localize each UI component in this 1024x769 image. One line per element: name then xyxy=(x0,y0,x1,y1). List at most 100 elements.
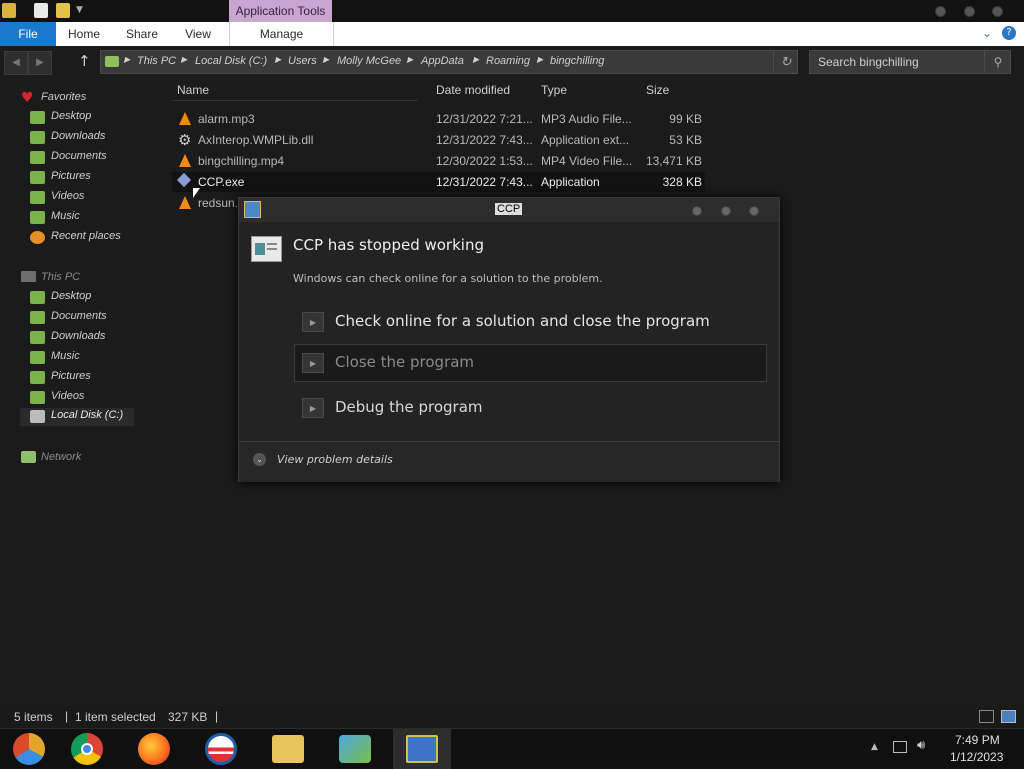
pictures-icon xyxy=(30,371,45,384)
up-arrow-icon[interactable]: ↑ xyxy=(78,52,91,70)
forward-button[interactable]: ▶ xyxy=(28,51,52,75)
new-folder-icon[interactable] xyxy=(56,3,70,18)
file-row-alarm[interactable]: alarm.mp3 12/31/2022 7:21... MP3 Audio F… xyxy=(172,109,705,129)
file-explorer-icon xyxy=(272,735,304,763)
check-online-option[interactable]: ▶ Check online for a solution and close … xyxy=(294,303,767,341)
music-icon xyxy=(30,351,45,364)
tab-share[interactable]: Share xyxy=(120,22,164,46)
back-button[interactable]: ◀ xyxy=(4,51,28,75)
close-program-option[interactable]: ▶ Close the program xyxy=(294,344,767,382)
properties-icon[interactable] xyxy=(34,3,48,18)
file-row-axinterop[interactable]: ⚙ AxInterop.WMPLib.dll 12/31/2022 7:43..… xyxy=(172,130,705,150)
arrow-right-icon: ▶ xyxy=(302,353,324,373)
refresh-icon[interactable]: ↻ xyxy=(773,51,798,73)
breadcrumb-users[interactable]: Users xyxy=(288,55,317,67)
ribbon-tabs: File Home Share View Manage ⌄ ? xyxy=(0,22,1024,46)
show-hidden-icons-icon[interactable]: ▲ xyxy=(871,742,878,752)
selection-count: 1 item selected xyxy=(75,710,156,724)
mouse-cursor-icon xyxy=(193,188,200,198)
taskbar-network-people[interactable] xyxy=(326,729,384,769)
tab-manage[interactable]: Manage xyxy=(229,22,334,46)
breadcrumb-bingchilling[interactable]: bingchilling xyxy=(550,55,604,67)
favorites-heart-icon: ♥ xyxy=(21,90,34,106)
status-divider: | xyxy=(65,709,69,723)
column-header-date[interactable]: Date modified xyxy=(436,83,510,97)
column-header-type[interactable]: Type xyxy=(541,83,567,97)
pictures-icon xyxy=(30,171,45,184)
clock-date[interactable]: 1/12/2023 xyxy=(950,750,1003,764)
ccp-app-icon xyxy=(406,735,438,763)
volume-icon[interactable]: 🔊︎ xyxy=(917,738,925,753)
desktop-icon xyxy=(30,111,45,124)
program-window-icon xyxy=(251,236,282,262)
chrome-icon xyxy=(71,733,103,765)
local-disk-icon xyxy=(30,410,45,423)
dialog-footer: ⌄ View problem details xyxy=(239,441,779,482)
taskbar-chrome[interactable] xyxy=(58,729,116,769)
breadcrumb-molly-mcgee[interactable]: Molly McGee xyxy=(337,55,401,67)
videos-icon xyxy=(30,391,45,404)
minimize-button[interactable] xyxy=(935,6,946,17)
column-header-size[interactable]: Size xyxy=(646,83,669,97)
breadcrumb-this-pc[interactable]: This PC xyxy=(137,55,176,67)
tab-file[interactable]: File xyxy=(0,22,56,46)
obama-logo-icon xyxy=(205,733,237,765)
file-row-redsun[interactable]: redsun. xyxy=(172,193,238,213)
recent-places-icon xyxy=(30,231,45,244)
vlc-cone-icon xyxy=(179,196,191,209)
breadcrumb-separator-icon: ▶ xyxy=(275,55,282,64)
dialog-minimize-button[interactable] xyxy=(692,206,702,216)
chevron-down-icon[interactable]: ⌄ xyxy=(253,453,266,466)
large-icons-view-icon[interactable] xyxy=(1001,710,1016,723)
favorites-header[interactable]: Favorites xyxy=(41,91,86,103)
breadcrumb-appdata[interactable]: AppData xyxy=(421,55,464,67)
taskbar-chrome-canary[interactable] xyxy=(0,729,58,769)
sidebar-item-local-disk[interactable]: Local Disk (C:) xyxy=(20,408,134,426)
search-input[interactable]: Search bingchilling ⚲ xyxy=(809,50,1011,74)
search-icon[interactable]: ⚲ xyxy=(984,51,1011,73)
network-status-icon[interactable] xyxy=(893,741,907,753)
window-titlebar: ▼ Application Tools xyxy=(0,0,1024,22)
folder-icon xyxy=(2,3,16,18)
selection-size: 327 KB xyxy=(168,710,208,724)
clock-time[interactable]: 7:49 PM xyxy=(955,733,1000,747)
breadcrumb-roaming[interactable]: Roaming xyxy=(486,55,530,67)
file-row-ccp-exe[interactable]: CCP.exe 12/31/2022 7:43... Application 3… xyxy=(172,172,705,192)
taskbar-file-explorer[interactable] xyxy=(259,729,317,769)
taskbar-obama-logo[interactable] xyxy=(192,729,250,769)
breadcrumb-separator-icon: ▶ xyxy=(407,55,414,64)
help-icon[interactable]: ? xyxy=(1002,26,1016,40)
arrow-right-icon: ▶ xyxy=(302,398,324,418)
music-icon xyxy=(30,211,45,224)
network-header[interactable]: Network xyxy=(41,451,81,463)
dialog-maximize-button[interactable] xyxy=(721,206,731,216)
vlc-cone-icon xyxy=(179,154,191,167)
status-bar: 5 items | 1 item selected 327 KB | xyxy=(0,706,1024,728)
expand-ribbon-icon[interactable]: ⌄ xyxy=(982,26,992,40)
dialog-close-button[interactable] xyxy=(749,206,759,216)
breadcrumb-separator-icon: ▶ xyxy=(181,55,188,64)
tab-view[interactable]: View xyxy=(178,22,218,46)
exe-icon xyxy=(176,172,192,188)
address-bar[interactable]: ▶ This PC ▶ Local Disk (C:) ▶ Users ▶ Mo… xyxy=(100,50,798,74)
breadcrumb-local-disk[interactable]: Local Disk (C:) xyxy=(195,55,267,67)
column-header-name[interactable]: Name xyxy=(177,83,209,97)
taskbar-firefox[interactable] xyxy=(125,729,183,769)
view-problem-details-link[interactable]: View problem details xyxy=(277,453,393,466)
downloads-icon xyxy=(30,131,45,144)
ccp-app-icon xyxy=(244,201,261,218)
details-view-icon[interactable] xyxy=(979,710,994,723)
quick-access-dropdown-icon[interactable]: ▼ xyxy=(76,5,83,15)
taskbar-ccp[interactable] xyxy=(393,729,451,769)
gear-icon: ⚙ xyxy=(178,132,192,149)
debug-program-option[interactable]: ▶ Debug the program xyxy=(294,389,767,427)
item-count: 5 items xyxy=(14,710,53,724)
search-placeholder: Search bingchilling xyxy=(818,55,919,69)
application-tools-context-tab: Application Tools xyxy=(229,0,332,22)
close-button[interactable] xyxy=(992,6,1003,17)
dialog-message: Windows can check online for a solution … xyxy=(293,272,603,285)
this-pc-header[interactable]: This PC xyxy=(41,271,80,283)
file-row-bingchilling[interactable]: bingchilling.mp4 12/30/2022 1:53... MP4 … xyxy=(172,151,705,171)
maximize-button[interactable] xyxy=(964,6,975,17)
tab-home[interactable]: Home xyxy=(62,22,106,46)
